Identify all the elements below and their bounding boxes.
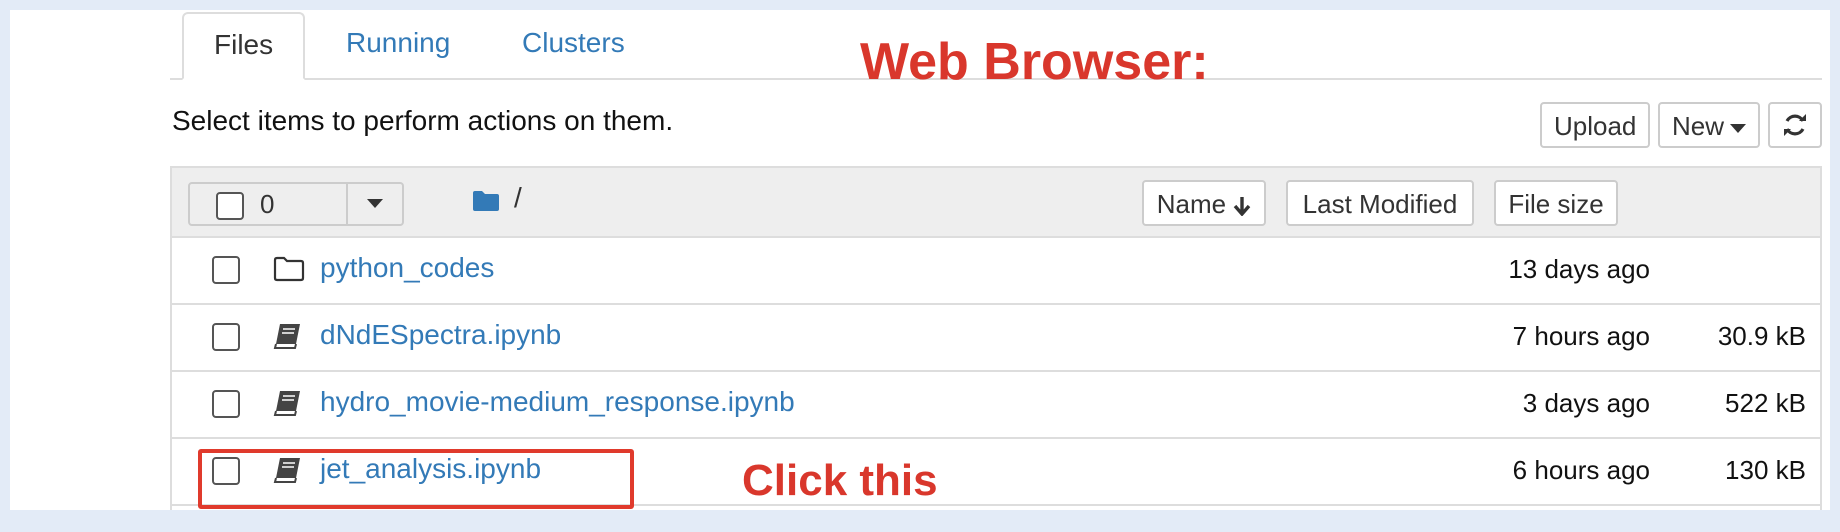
file-size: 522 kB <box>1725 388 1806 418</box>
notebook-icon <box>273 324 300 349</box>
upload-button[interactable]: Upload <box>1540 102 1650 148</box>
file-name-link[interactable]: hydro_movie-medium_response.ipynb <box>320 386 795 418</box>
file-list-header: 0 / Name Last Modified File size <box>172 168 1820 238</box>
annotation-title: Web Browser: <box>860 33 1209 91</box>
file-modified: 7 hours ago <box>1512 321 1650 351</box>
chevron-down-icon <box>1730 123 1747 133</box>
file-name-link[interactable]: python_codes <box>320 252 494 284</box>
jupyter-dashboard: Files Running Clusters Web Browser: Sele… <box>10 10 1830 510</box>
select-all-checkbox[interactable] <box>216 192 244 220</box>
file-modified: 13 days ago <box>1508 254 1650 284</box>
refresh-button[interactable] <box>1768 102 1822 148</box>
selection-menu-button[interactable] <box>348 182 404 226</box>
list-item[interactable]: python_codes 13 days ago <box>172 236 1820 305</box>
refresh-icon <box>1784 114 1806 136</box>
row-checkbox[interactable] <box>212 323 240 351</box>
file-modified: 6 hours ago <box>1512 455 1650 485</box>
sort-name-label: Name <box>1156 189 1227 219</box>
arrow-down-icon <box>1234 197 1251 217</box>
list-item[interactable]: hydro_movie-medium_response.ipynb 3 days… <box>172 370 1820 439</box>
sort-by-modified-button[interactable]: Last Modified <box>1286 180 1474 226</box>
tab-clusters[interactable]: Clusters <box>492 12 655 78</box>
file-modified: 3 days ago <box>1522 388 1650 418</box>
chevron-down-icon <box>367 199 383 209</box>
row-checkbox[interactable] <box>212 256 240 284</box>
file-size: 30.9 kB <box>1717 321 1806 351</box>
row-checkbox[interactable] <box>212 390 240 418</box>
sort-by-name-button[interactable]: Name <box>1142 180 1266 226</box>
new-button-label: New <box>1672 111 1725 141</box>
notebook-icon <box>273 391 300 416</box>
file-name-link[interactable]: dNdESpectra.ipynb <box>320 319 561 351</box>
new-dropdown-button[interactable]: New <box>1658 102 1760 148</box>
breadcrumb[interactable]: / <box>514 182 522 214</box>
highlight-box <box>198 449 634 509</box>
select-all-group[interactable]: 0 <box>188 182 348 226</box>
folder-outline-icon <box>273 256 305 282</box>
selection-hint: Select items to perform actions on them. <box>172 105 674 136</box>
tab-running[interactable]: Running <box>316 12 480 78</box>
list-item[interactable]: dNdESpectra.ipynb 7 hours ago 30.9 kB <box>172 303 1820 372</box>
folder-icon <box>473 191 499 211</box>
tab-files[interactable]: Files <box>182 12 306 80</box>
file-size: 130 kB <box>1725 455 1806 485</box>
annotation-click-note: Click this <box>742 456 938 505</box>
selected-count: 0 <box>260 189 275 219</box>
sort-by-size-button[interactable]: File size <box>1494 180 1618 226</box>
